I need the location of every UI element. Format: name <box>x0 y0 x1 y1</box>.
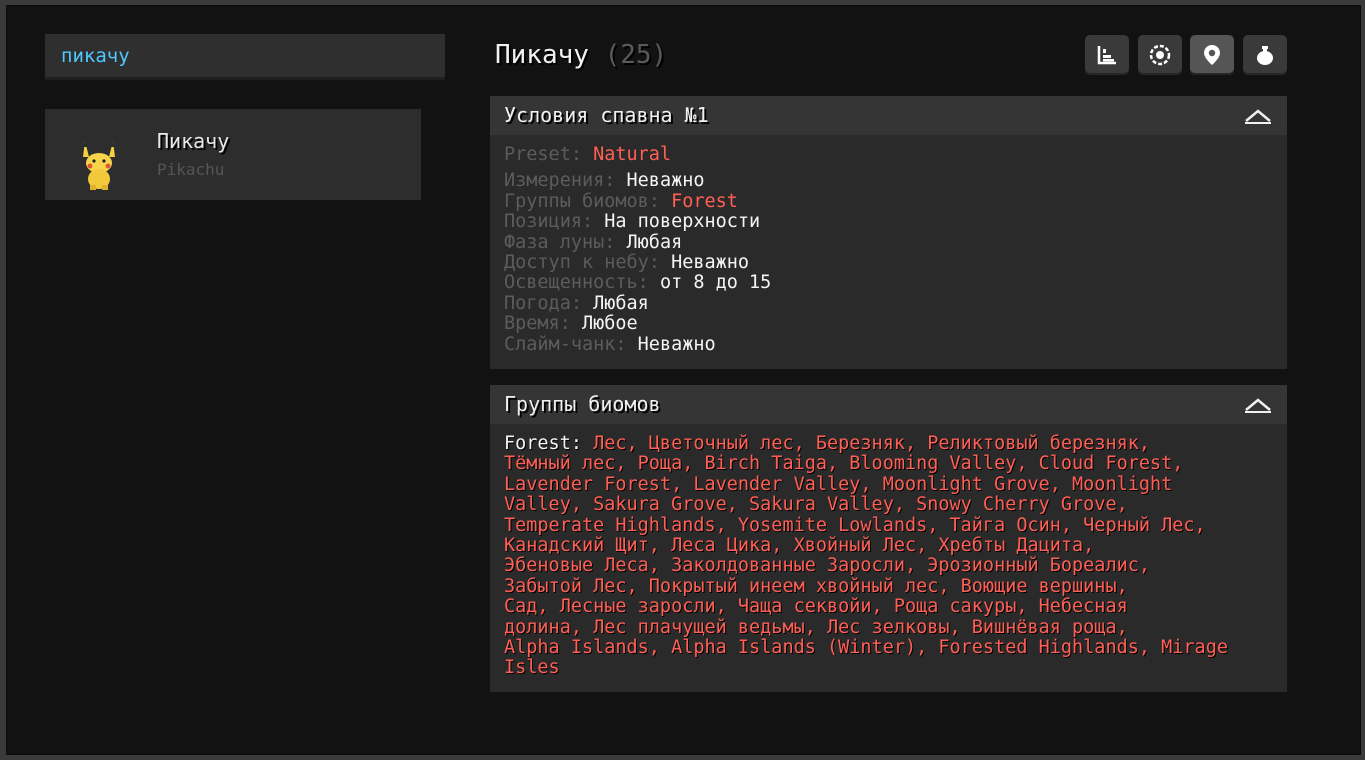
condition-label: Погода: <box>504 292 582 314</box>
spawn-panel-body: Preset: Natural Измерения: Неважно Групп… <box>490 135 1287 363</box>
condition-value: Неважно <box>671 252 750 274</box>
condition-value: Неважно <box>637 333 716 355</box>
condition-row: Время: Любое <box>504 314 1273 334</box>
preset-label: Preset: <box>504 144 582 165</box>
condition-row: Фаза луны: Любая <box>504 231 1273 253</box>
biome-line: Эбеновые Леса, Заколдованные Заросли, Эр… <box>504 555 1151 577</box>
biome-line: Forest: Лес, Цветочный лес, Березняк, Ре… <box>504 433 1273 454</box>
condition-row: Слайм-чанк: Неважно <box>504 333 1273 355</box>
condition-value: Любая <box>626 231 683 253</box>
condition-label: Позиция: <box>504 211 594 233</box>
biome-line: Lavender Forest, Lavender Valley, Moonli… <box>504 473 1173 495</box>
tab-stats[interactable] <box>1085 35 1129 75</box>
pokedex-number: (25) <box>604 40 668 70</box>
stats-chart-icon <box>1097 46 1116 65</box>
biome-panel-header[interactable]: Группы биомов <box>490 385 1287 424</box>
biome-line: Isles <box>504 657 560 679</box>
condition-value: от 8 до 15 <box>659 272 772 294</box>
page-title: Пикачу (25) <box>495 40 667 70</box>
location-pin-icon <box>1204 45 1220 65</box>
condition-label: Освещенность: <box>504 272 649 294</box>
preset-value: Natural <box>593 144 672 165</box>
pokemon-title-name: Пикачу <box>495 40 589 70</box>
condition-row: Измерения: Неважно <box>504 171 1273 191</box>
condition-value: Любая <box>593 292 649 314</box>
condition-row: Группы биомов: Forest <box>504 190 1273 212</box>
search-input[interactable] <box>59 34 433 78</box>
condition-row: Позиция: На поверхности <box>504 212 1273 232</box>
collapse-chevron-icon[interactable] <box>1243 106 1273 126</box>
evolution-icon <box>1149 44 1171 66</box>
condition-row: Погода: Любая <box>504 292 1273 314</box>
preset-row: Preset: Natural <box>504 144 1273 165</box>
condition-label: Измерения: <box>504 170 616 192</box>
condition-value: Forest <box>671 190 738 212</box>
spawn-panel-title: Условия спавна №1 <box>504 103 709 127</box>
spawn-panel-header[interactable]: Условия спавна №1 <box>490 96 1287 135</box>
biome-list: Forest: Лес, Цветочный лес, Березняк, Ре… <box>490 424 1287 687</box>
tab-spawn[interactable] <box>1190 35 1234 75</box>
drops-bag-icon <box>1257 46 1273 65</box>
biome-group-label: Forest: <box>504 433 582 454</box>
search-box[interactable] <box>45 34 445 80</box>
pikachu-sprite-icon <box>83 141 115 190</box>
pokemon-english-name: Pikachu <box>157 160 225 179</box>
pokemon-list-item[interactable]: Пикачу Pikachu <box>45 109 421 200</box>
biome-line: Тёмный лес, Роща, Birch Taiga, Blooming … <box>504 453 1184 475</box>
spawn-conditions-panel: Условия спавна №1 Preset: Natural Измере… <box>490 96 1287 369</box>
condition-value: На поверхности <box>604 211 761 233</box>
condition-label: Слайм-чанк: <box>504 333 627 355</box>
condition-row: Доступ к небу: Неважно <box>504 252 1273 274</box>
biome-line: долина, Лес плачущей ведьмы, Лес зелковы… <box>504 616 1128 638</box>
biome-line: Alpha Islands, Alpha Islands (Winter), F… <box>504 637 1228 659</box>
condition-row: Освещенность: от 8 до 15 <box>504 273 1273 293</box>
biome-groups-panel: Группы биомов Forest: Лес, Цветочный лес… <box>490 385 1287 692</box>
condition-value: Любое <box>581 313 638 335</box>
tab-evolution[interactable] <box>1138 35 1182 75</box>
condition-label: Доступ к небу: <box>504 252 660 274</box>
collapse-chevron-icon[interactable] <box>1243 395 1273 415</box>
biome-line: Забытой Лес, Покрытый инеем хвойный лес,… <box>504 575 1128 597</box>
pokemon-name: Пикачу <box>157 129 230 153</box>
condition-label: Фаза луны: <box>504 231 616 253</box>
condition-label: Группы биомов: <box>504 190 660 212</box>
condition-label: Время: <box>504 313 571 335</box>
tab-drops[interactable] <box>1243 35 1287 75</box>
biome-line: Сад, Лесные заросли, Чаща секвойи, Роща … <box>504 596 1128 618</box>
condition-value: Неважно <box>626 170 705 192</box>
biome-names: Лес, Цветочный лес, Березняк, Реликтовый… <box>593 433 1151 454</box>
biome-line: Temperate Highlands, Yosemite Lowlands, … <box>504 514 1206 536</box>
biome-panel-title: Группы биомов <box>504 392 661 416</box>
biome-line: Valley, Sakura Grove, Sakura Valley, Sno… <box>504 494 1128 516</box>
biome-line: Канадский Щит, Леса Цика, Хвойный Лес, Х… <box>504 535 1095 557</box>
